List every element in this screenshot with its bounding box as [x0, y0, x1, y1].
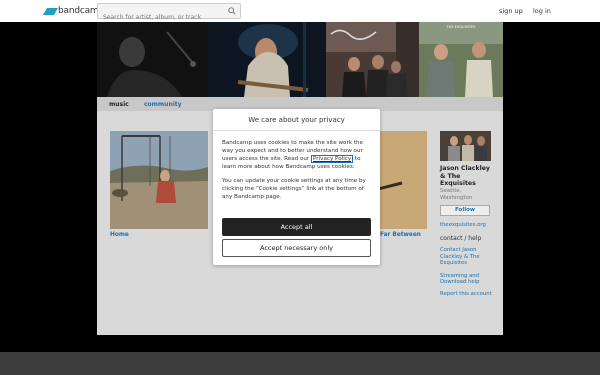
bandcamp-logo-mark-icon: [42, 7, 59, 15]
cookie-dialog-paragraph-1: Bandcamp uses cookies to make the site w…: [222, 139, 371, 171]
streaming-help-link-line: Download help: [440, 279, 480, 285]
accept-necessary-button[interactable]: Accept necessary only: [222, 239, 371, 257]
top-bar: bandcamp sign up log in: [0, 0, 600, 25]
album-cover-home[interactable]: [110, 131, 208, 229]
artist-location-line: Washington: [440, 194, 473, 201]
svg-text:THE EXQUISITES: THE EXQUISITES: [446, 25, 477, 29]
artist-website-link[interactable]: theexquisites.org: [440, 222, 500, 229]
artist-name-line: Exquisites: [440, 180, 476, 187]
search-icon[interactable]: [228, 7, 236, 15]
cookie-dialog-title: We care about your privacy: [213, 109, 380, 131]
streaming-help-link[interactable]: Streaming and Download help: [440, 273, 500, 286]
header-photo-1: [97, 22, 208, 97]
artist-photo[interactable]: [440, 131, 491, 161]
artist-name-line: & The: [440, 172, 461, 180]
search-box: [97, 3, 241, 25]
header-photo-2: [208, 22, 326, 97]
header-photo-3: [326, 22, 419, 97]
artist-name: Jason Clackley & The Exquisites: [440, 165, 500, 188]
header-photo-4: THE EXQUISITES: [419, 22, 503, 97]
artist-name-line: Jason Clackley: [440, 165, 490, 172]
cookie-consent-dialog: We care about your privacy Bandcamp uses…: [213, 109, 380, 265]
album-title-home[interactable]: Home: [110, 232, 129, 238]
report-account-link[interactable]: Report this account: [440, 291, 500, 298]
contact-artist-link[interactable]: Contact Jason Clackley & The Exquisites: [440, 247, 500, 267]
privacy-policy-link[interactable]: Privacy Policy: [311, 155, 354, 163]
login-link[interactable]: log in: [533, 7, 551, 15]
bandcamp-logo[interactable]: bandcamp: [42, 5, 104, 17]
signup-link[interactable]: sign up: [499, 7, 523, 15]
cookie-dialog-body: Bandcamp uses cookies to make the site w…: [213, 131, 380, 201]
accept-all-button[interactable]: Accept all: [222, 218, 371, 236]
cookie-dialog-paragraph-2: You can update your cookie settings at a…: [222, 178, 366, 200]
album-title-far-between[interactable]: Far Between: [380, 232, 421, 238]
artist-location-line: Seattle,: [440, 187, 462, 194]
artist-header-banner: THE EXQUISITES: [97, 22, 503, 97]
contact-help-heading: contact / help: [440, 235, 482, 242]
contact-artist-link-line: Exquisites: [440, 260, 467, 266]
tab-music[interactable]: music: [109, 101, 129, 108]
tab-community[interactable]: community: [144, 101, 182, 108]
follow-button[interactable]: Follow: [440, 204, 490, 216]
artist-sidebar: Jason Clackley & The Exquisites Seattle,…: [440, 131, 500, 297]
artist-location: Seattle, Washington: [440, 188, 500, 202]
footer-strip: [0, 352, 600, 375]
